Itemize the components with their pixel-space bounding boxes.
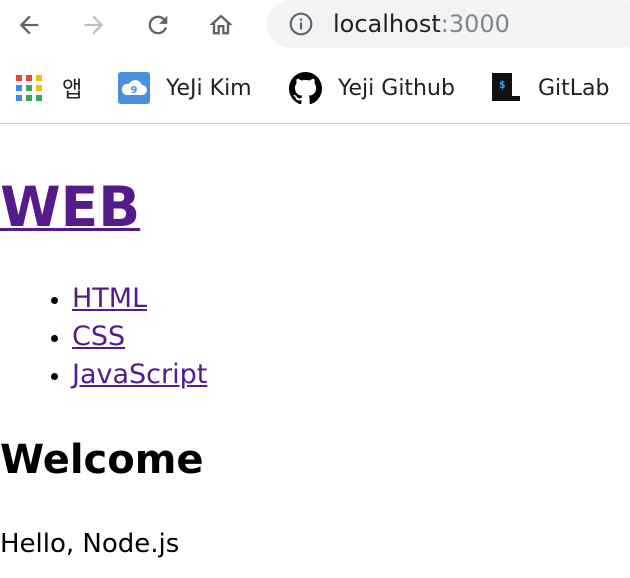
url-text: localhost:3000 xyxy=(333,10,510,38)
home-link[interactable]: WEB xyxy=(0,175,140,239)
url-port: :3000 xyxy=(440,10,510,38)
home-button[interactable] xyxy=(201,5,241,45)
back-button[interactable] xyxy=(9,5,49,45)
cloud-icon: 9 xyxy=(118,72,150,104)
bookmark-label: YeJi Kim xyxy=(166,75,252,101)
apps-grid-icon xyxy=(16,75,42,101)
list-item: JavaScript xyxy=(72,356,207,394)
address-bar[interactable]: localhost:3000 xyxy=(267,0,630,48)
bookmark-yeji-kim[interactable]: 9 YeJi Kim xyxy=(118,70,252,106)
arrow-forward-icon xyxy=(84,15,104,35)
section-heading: Welcome xyxy=(0,437,204,483)
reload-button[interactable] xyxy=(138,5,178,45)
browser-toolbar: localhost:3000 xyxy=(0,0,630,50)
bookmark-label: 앱 xyxy=(62,78,83,103)
list-item: CSS xyxy=(72,318,207,356)
url-host: localhost xyxy=(333,10,441,38)
bookmark-gitlab[interactable]: $ GitLab xyxy=(490,70,610,106)
arrow-back-icon xyxy=(19,15,39,35)
topic-link-css[interactable]: CSS xyxy=(72,321,125,352)
info-icon[interactable] xyxy=(288,11,314,37)
forward-button[interactable] xyxy=(74,5,114,45)
github-icon xyxy=(289,71,322,104)
topic-link-html[interactable]: HTML xyxy=(72,283,147,314)
reload-icon xyxy=(148,15,168,35)
bookmarks-divider xyxy=(0,123,630,124)
bookmark-label: Yeji Github xyxy=(338,75,455,101)
page-title: WEB xyxy=(0,172,140,242)
topic-link-javascript[interactable]: JavaScript xyxy=(72,359,207,390)
svg-text:$: $ xyxy=(499,78,506,91)
description-text: Hello, Node.js xyxy=(0,529,180,559)
bookmarks-bar: 앱 9 YeJi Kim Yeji Github $ GitLab xyxy=(0,62,630,114)
bookmark-apps[interactable]: 앱 xyxy=(16,70,82,106)
home-icon xyxy=(209,14,233,35)
list-item: HTML xyxy=(72,280,207,318)
bookmark-yeji-github[interactable]: Yeji Github xyxy=(289,70,455,106)
bookmark-label: GitLab xyxy=(538,75,610,101)
terminal-icon: $ xyxy=(492,73,520,101)
topic-list: HTML CSS JavaScript xyxy=(0,280,207,394)
svg-text:9: 9 xyxy=(131,85,138,96)
